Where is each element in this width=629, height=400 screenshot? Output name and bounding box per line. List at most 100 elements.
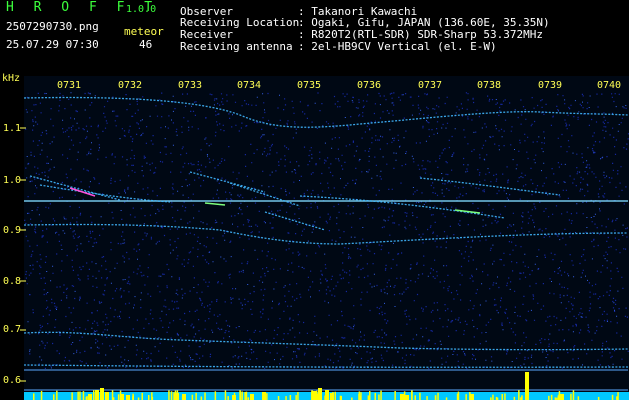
time-label: 0733 xyxy=(178,80,203,91)
activity-peak xyxy=(332,392,334,400)
y-axis-unit: kHz xyxy=(2,73,21,84)
activity-peak xyxy=(214,391,217,400)
activity-peak xyxy=(572,390,575,400)
y-tick-label: 1.0 xyxy=(3,175,22,186)
activity-peak xyxy=(469,392,471,400)
activity-peak xyxy=(132,396,134,400)
activity-peak xyxy=(119,390,122,400)
activity-peak xyxy=(241,391,243,400)
activity-peak xyxy=(40,390,43,400)
activity-peak xyxy=(611,394,614,400)
activity-peak xyxy=(403,391,406,400)
activity-peak xyxy=(148,395,150,400)
y-tick-label: 1.1 xyxy=(3,123,22,134)
activity-peak xyxy=(360,392,362,400)
activity-peak xyxy=(56,390,58,400)
activity-peak xyxy=(369,391,371,400)
activity-peak xyxy=(33,393,35,400)
activity-peak xyxy=(126,395,130,400)
activity-peak xyxy=(367,395,370,400)
activity-peak xyxy=(465,394,467,400)
activity-peak xyxy=(577,396,580,400)
activity-peak xyxy=(191,394,194,400)
activity-peak xyxy=(93,390,95,400)
activity-peak xyxy=(340,395,342,400)
activity-peak xyxy=(329,394,332,400)
activity-peak xyxy=(239,394,242,400)
activity-peak xyxy=(394,391,396,400)
activity-peak xyxy=(318,388,322,400)
hrofft-window: H R O F F T 1.0.0 2507290730.png meteor … xyxy=(0,0,629,400)
y-tick-label: 0.8 xyxy=(3,276,22,287)
activity-peak xyxy=(617,392,619,400)
activity-peak xyxy=(289,395,292,400)
activity-peak xyxy=(324,395,326,400)
activity-peak xyxy=(224,390,227,400)
activity-peak xyxy=(262,396,265,400)
activity-peak xyxy=(295,395,297,400)
activity-peak xyxy=(525,372,529,400)
activity-peak xyxy=(419,392,421,400)
activity-peak xyxy=(548,395,550,400)
activity-peak xyxy=(378,394,380,400)
activity-peak xyxy=(380,390,382,400)
activity-peak xyxy=(518,390,520,400)
activity-peak xyxy=(106,394,108,400)
activity-peak xyxy=(472,395,474,400)
activity-peak xyxy=(168,390,170,400)
activity-peak xyxy=(245,391,248,400)
activity-peak xyxy=(277,396,280,400)
activity-peak xyxy=(405,395,409,400)
time-label: 0740 xyxy=(597,80,622,91)
spectrogram-background xyxy=(24,76,629,400)
activity-peak xyxy=(117,394,120,400)
activity-peak xyxy=(334,391,336,400)
activity-peak xyxy=(204,392,206,400)
activity-peak xyxy=(233,392,236,400)
activity-peak xyxy=(400,394,404,400)
activity-peak xyxy=(501,394,503,400)
activity-peak xyxy=(266,393,268,400)
time-label: 0739 xyxy=(538,80,563,91)
activity-peak xyxy=(558,391,561,400)
activity-peak xyxy=(200,396,203,400)
activity-peak xyxy=(358,391,361,400)
activity-peak xyxy=(411,390,413,400)
y-tick-label: 0.7 xyxy=(3,324,22,335)
activity-peak xyxy=(285,396,287,400)
activity-peak xyxy=(79,391,81,400)
activity-peak xyxy=(170,391,173,400)
activity-peak xyxy=(570,393,572,400)
activity-peak xyxy=(426,396,428,400)
spectrogram xyxy=(20,76,629,400)
activity-peak xyxy=(504,393,506,400)
activity-peak xyxy=(434,395,437,400)
activity-peak xyxy=(173,393,176,400)
time-label: 0738 xyxy=(477,80,502,91)
activity-peak xyxy=(77,391,79,400)
time-label: 0736 xyxy=(357,80,382,91)
activity-peak xyxy=(374,392,376,400)
y-tick-label: 0.6 xyxy=(3,375,22,386)
activity-peak xyxy=(297,392,299,400)
y-tick-label: 0.9 xyxy=(3,225,22,236)
activity-peak xyxy=(316,390,318,400)
time-label: 0732 xyxy=(118,80,143,91)
activity-peak xyxy=(96,395,98,400)
time-label: 0734 xyxy=(237,80,262,91)
activity-peak xyxy=(195,392,197,400)
activity-peak xyxy=(492,394,494,400)
activity-peak xyxy=(88,394,92,400)
activity-peak xyxy=(313,392,316,400)
activity-peak xyxy=(101,390,104,400)
activity-peak xyxy=(437,392,439,400)
activity-peak xyxy=(311,391,313,400)
activity-peak xyxy=(82,391,85,400)
activity-peak xyxy=(181,396,184,400)
activity-peak xyxy=(457,391,460,400)
activity-peak xyxy=(176,390,179,400)
activity-peak xyxy=(414,395,416,400)
activity-peak xyxy=(71,392,73,400)
activity-peak xyxy=(244,392,246,400)
activity-peak xyxy=(251,395,254,400)
